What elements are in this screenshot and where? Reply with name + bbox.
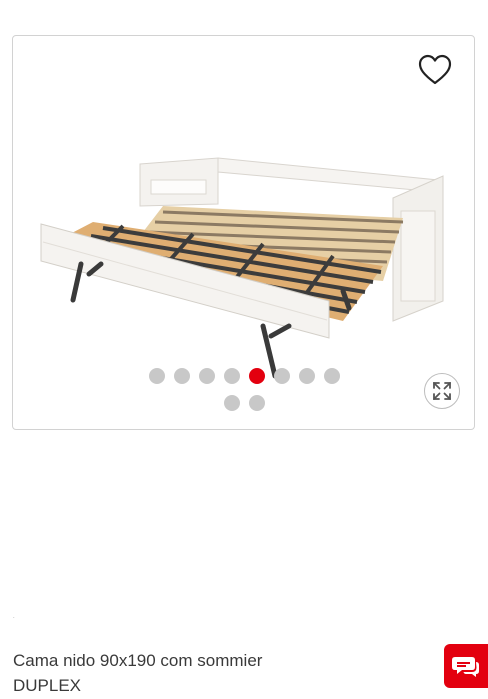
pagination-row: [13, 395, 474, 411]
chat-bubbles-icon: [452, 657, 479, 677]
pagination-dot[interactable]: [224, 395, 240, 411]
pagination-dot[interactable]: [274, 368, 290, 384]
pagination-dot[interactable]: [199, 368, 215, 384]
stray-mark: .: [13, 614, 15, 620]
pagination-dot[interactable]: [324, 368, 340, 384]
chat-button[interactable]: [444, 644, 488, 688]
pagination-dot[interactable]: [174, 368, 190, 384]
gallery-pagination: [13, 368, 474, 422]
favorite-button[interactable]: [416, 51, 454, 89]
pagination-dot[interactable]: [224, 368, 240, 384]
pagination-row: [13, 368, 474, 384]
expand-arrows-icon: [433, 382, 451, 400]
product-gallery[interactable]: [12, 35, 475, 430]
pagination-dot[interactable]: [299, 368, 315, 384]
heart-outline-icon: [418, 54, 452, 85]
pagination-dot[interactable]: [249, 395, 265, 411]
product-title-line1: Cama nido 90x190 com sommier: [13, 651, 263, 670]
product-title: Cama nido 90x190 com sommier DUPLEX: [13, 648, 413, 698]
pagination-dot-active[interactable]: [249, 368, 265, 384]
zoom-button[interactable]: [424, 373, 460, 409]
pagination-dot[interactable]: [149, 368, 165, 384]
product-title-line2: DUPLEX: [13, 676, 82, 695]
